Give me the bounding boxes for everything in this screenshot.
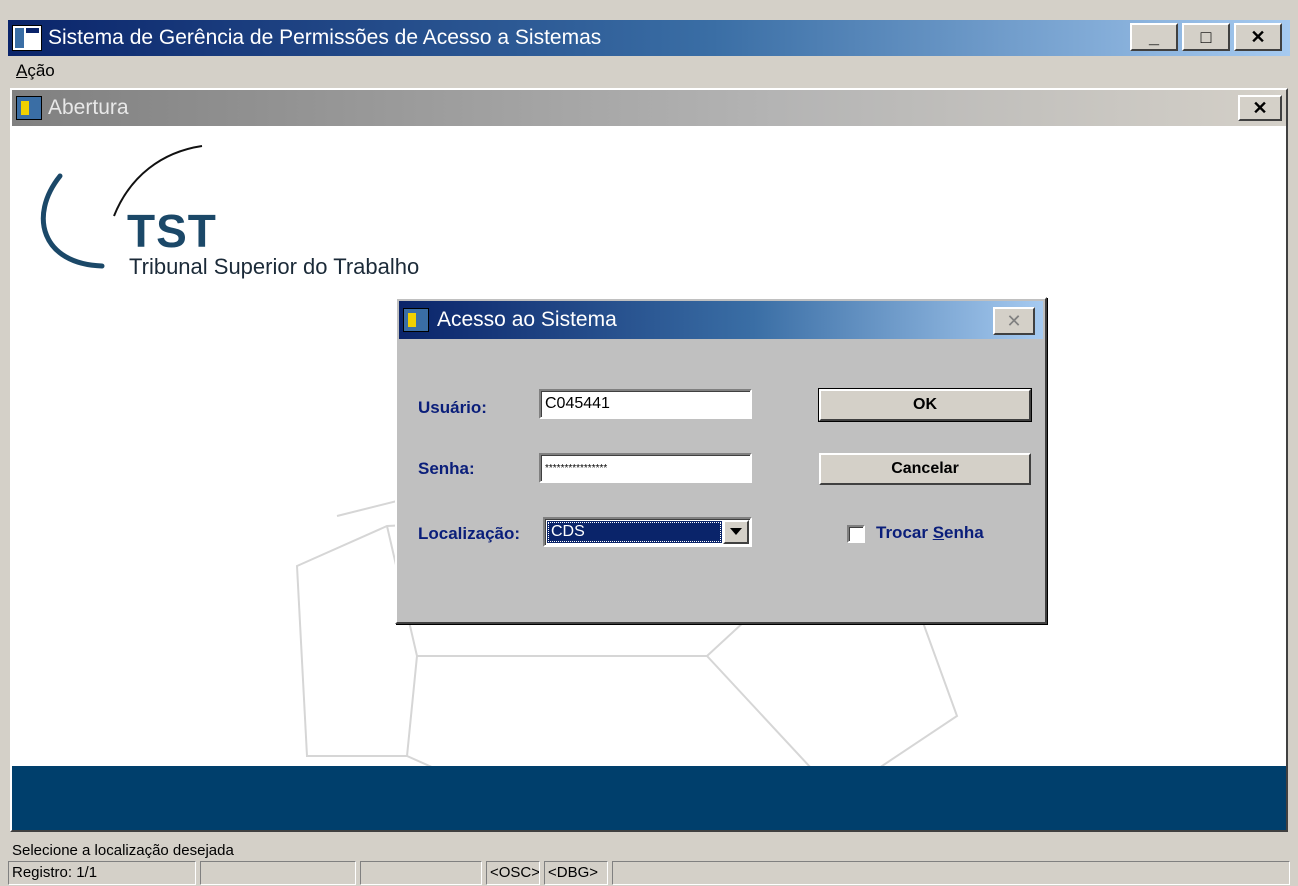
location-selected-value: CDS bbox=[547, 521, 722, 543]
logo-acronym: TST bbox=[127, 205, 217, 257]
main-title-bar[interactable]: Sistema de Gerência de Permissões de Ace… bbox=[8, 20, 1290, 56]
change-password-prefix: Trocar bbox=[876, 523, 933, 542]
menu-bar: Ação bbox=[8, 56, 1290, 86]
minimize-button[interactable]: _ bbox=[1130, 23, 1178, 51]
password-label: Senha: bbox=[418, 459, 475, 478]
abertura-title-bar[interactable]: Abertura ✕ bbox=[12, 90, 1286, 126]
status-panel-record: Registro: 1/1 bbox=[8, 861, 196, 885]
menu-acao[interactable]: Ação bbox=[8, 61, 63, 81]
dialog-title-bar[interactable]: Acesso ao Sistema ✕ bbox=[399, 301, 1043, 339]
app-window-icon[interactable] bbox=[12, 25, 42, 51]
abertura-close-button[interactable]: ✕ bbox=[1238, 95, 1282, 121]
status-bar: Registro: 1/1 <OSC> <DBG> bbox=[8, 861, 1290, 885]
location-label: Localização: bbox=[418, 524, 521, 543]
dialog-close-button[interactable]: ✕ bbox=[993, 307, 1035, 335]
location-select[interactable]: CDS bbox=[543, 517, 752, 547]
close-button[interactable]: ✕ bbox=[1234, 23, 1282, 51]
logo-name: Tribunal Superior do Trabalho bbox=[129, 254, 420, 279]
status-message: Selecione a localização desejada bbox=[12, 842, 234, 859]
change-password-accel: S bbox=[932, 523, 945, 542]
user-input[interactable]: C045441 bbox=[539, 389, 752, 419]
change-password-checkbox[interactable] bbox=[847, 525, 865, 543]
dialog-title: Acesso ao Sistema bbox=[437, 308, 617, 331]
tst-logo: TST Tribunal Superior do Trabalho bbox=[32, 136, 502, 279]
abertura-window-icon[interactable] bbox=[16, 96, 42, 120]
chevron-down-icon bbox=[730, 528, 742, 535]
menu-acao-accel: A bbox=[16, 61, 28, 80]
location-dropdown-button[interactable] bbox=[723, 520, 749, 544]
status-panel-2 bbox=[200, 861, 356, 885]
window-title: Sistema de Gerência de Permissões de Ace… bbox=[48, 26, 602, 49]
maximize-button[interactable]: □ bbox=[1182, 23, 1230, 51]
login-dialog: Acesso ao Sistema ✕ Usuário: C045441 Sen… bbox=[395, 297, 1047, 624]
user-label: Usuário: bbox=[418, 398, 487, 417]
dialog-icon bbox=[403, 308, 429, 332]
ok-button[interactable]: OK bbox=[819, 389, 1031, 421]
cancel-button[interactable]: Cancelar bbox=[819, 453, 1031, 485]
password-input[interactable]: **************** bbox=[539, 453, 752, 483]
menu-acao-rest: ção bbox=[27, 61, 55, 80]
status-panel-3 bbox=[360, 861, 482, 885]
abertura-title: Abertura bbox=[48, 96, 129, 119]
status-panel-osc: <OSC> bbox=[486, 861, 540, 885]
status-panel-6 bbox=[612, 861, 1290, 885]
status-panel-dbg: <DBG> bbox=[544, 861, 608, 885]
footer-band bbox=[12, 766, 1286, 830]
change-password-label[interactable]: Trocar Senha bbox=[876, 523, 984, 543]
change-password-rest: enha bbox=[944, 523, 984, 542]
